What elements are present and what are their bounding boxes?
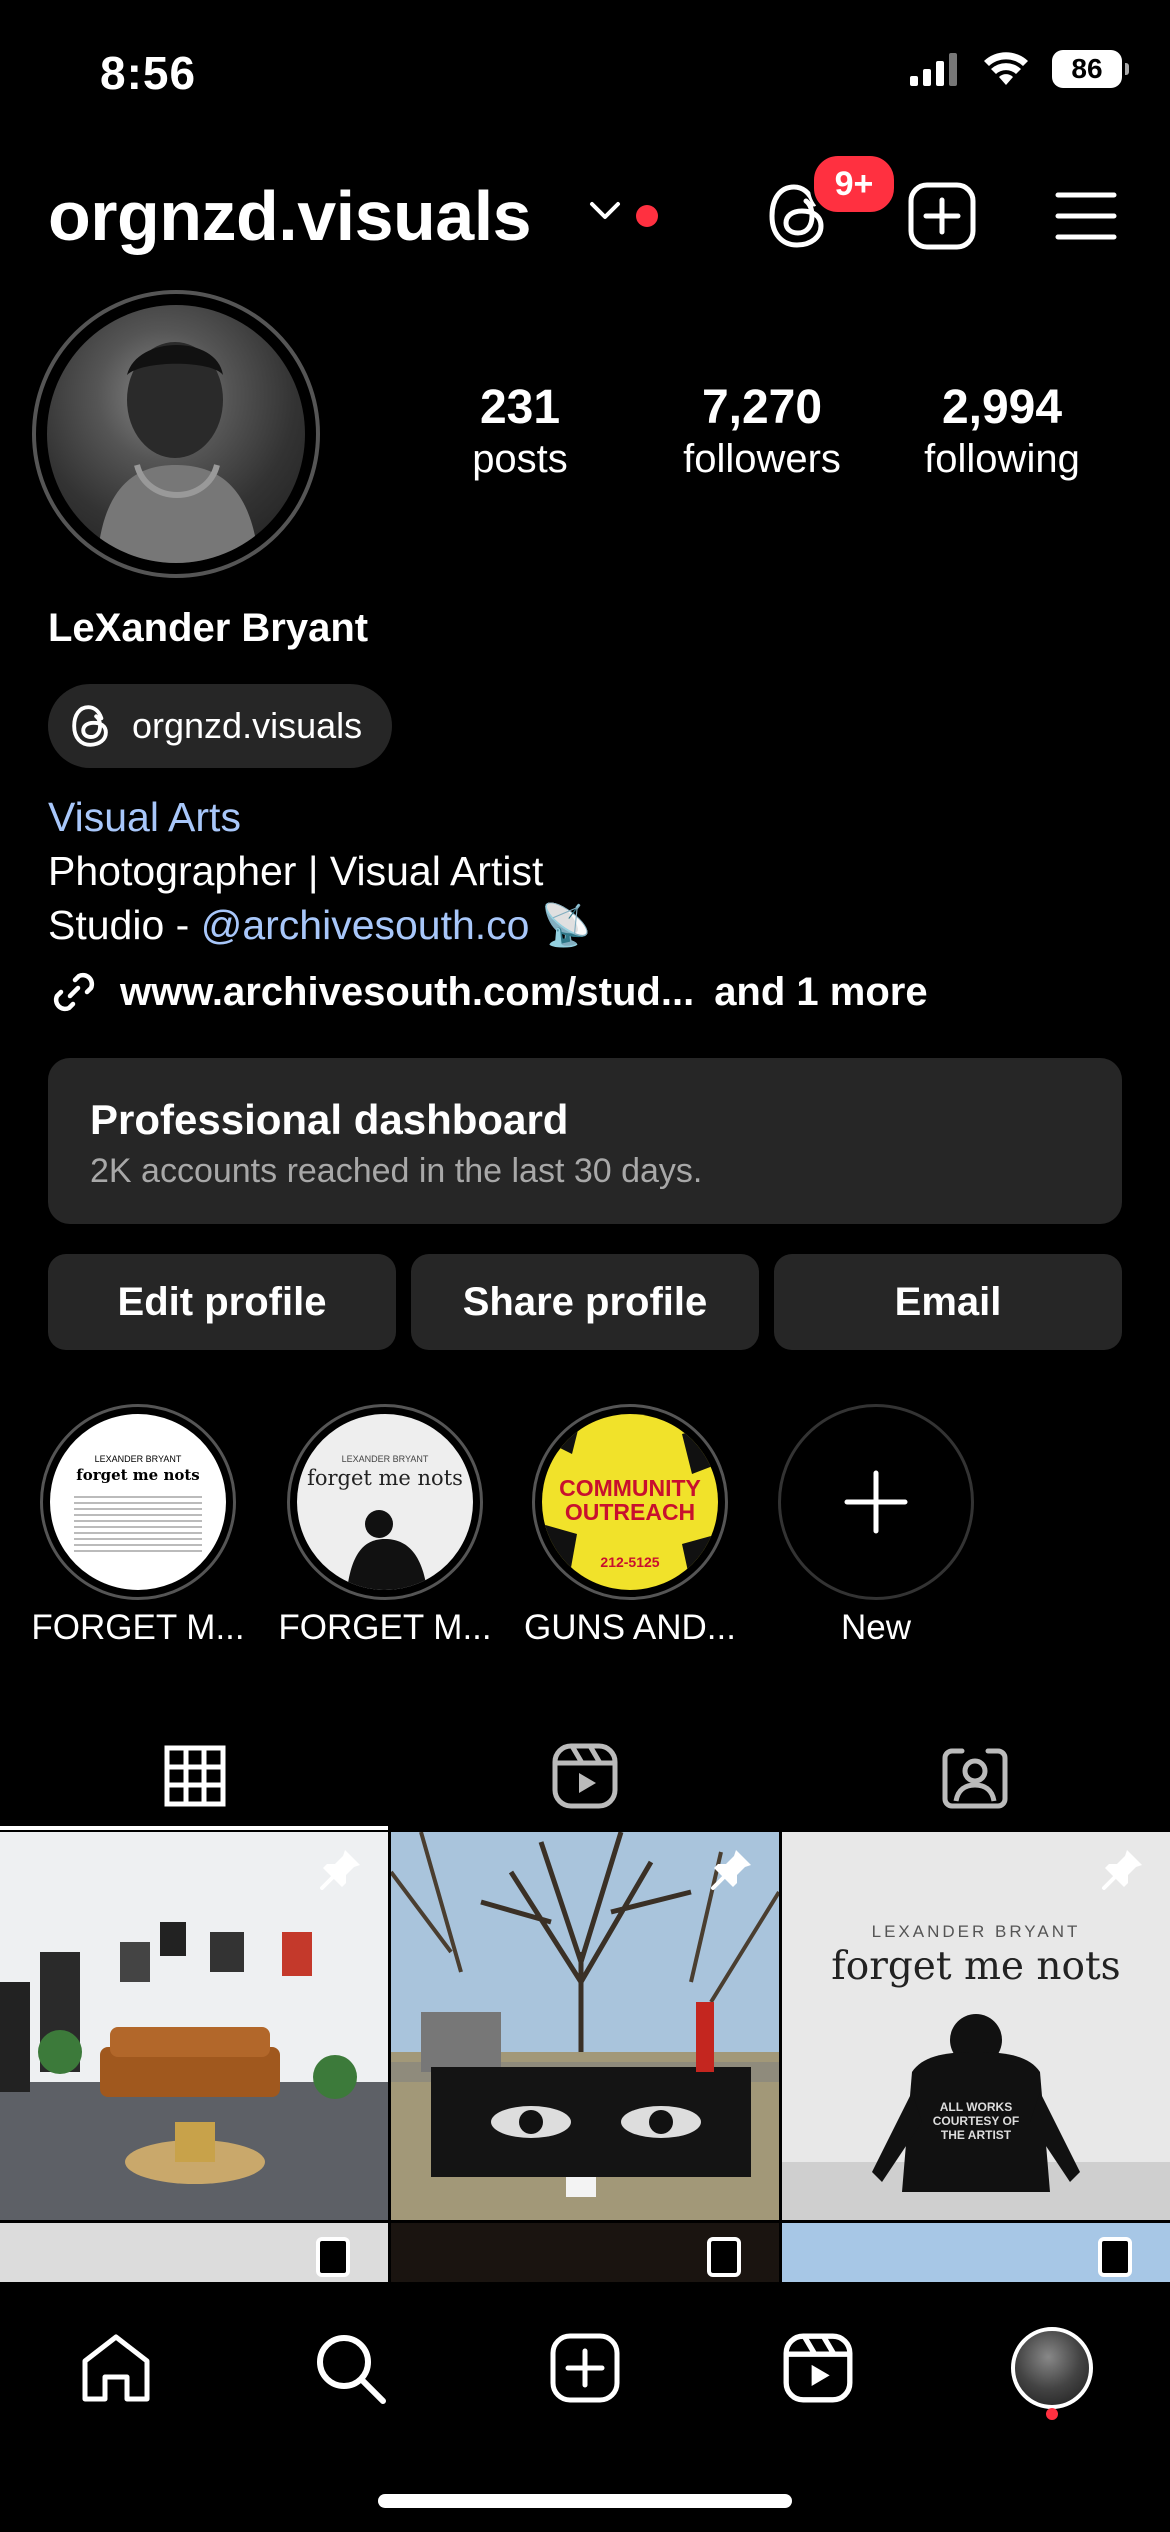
highlight-1-title: forget me nots <box>76 1466 200 1484</box>
create-post-button[interactable] <box>902 176 982 256</box>
post-2[interactable] <box>391 1832 779 2220</box>
status-icons: 86 <box>910 50 1129 88</box>
highlight-1-kicker: LEXANDER BRYANT <box>94 1454 182 1464</box>
nav-profile[interactable] <box>1002 2318 1102 2418</box>
active-tab-indicator <box>0 1826 388 1830</box>
highlight-2-label: FORGET M... <box>278 1608 492 1647</box>
stat-posts-count: 231 <box>479 381 561 434</box>
highlight-1[interactable]: LEXANDER BRYANT forget me nots <box>40 1404 236 1600</box>
bio-line-2: Studio - @archivesouth.co 📡 <box>48 898 592 952</box>
post-3-shirt-text: ALL WORKS COURTESY OF THE ARTIST <box>932 2100 1020 2142</box>
post-6[interactable] <box>782 2223 1170 2283</box>
profile-avatar-small <box>1011 2327 1093 2409</box>
plus-square-icon <box>908 182 976 250</box>
hamburger-menu-icon <box>1055 192 1117 240</box>
link-icon <box>53 972 95 1012</box>
edit-profile-button[interactable]: Edit profile <box>48 1254 396 1350</box>
highlight-2[interactable]: LEXANDER BRYANT forget me nots <box>287 1404 483 1600</box>
plus-square-icon <box>550 2333 620 2403</box>
stat-posts[interactable]: 231 posts <box>440 380 600 482</box>
threads-profile-link[interactable]: orgnzd.visuals <box>48 684 393 768</box>
dashboard-title: Professional dashboard <box>90 1096 569 1143</box>
bio-mention-link[interactable]: @archivesouth.co <box>201 902 530 948</box>
highlight-1-cover: LEXANDER BRYANT forget me nots <box>50 1414 226 1590</box>
highlight-1-label: FORGET M... <box>31 1608 245 1647</box>
stat-following[interactable]: 2,994 following <box>900 380 1104 482</box>
highlight-3-label: GUNS AND... <box>524 1608 736 1647</box>
email-button[interactable]: Email <box>774 1254 1122 1350</box>
stat-followers-count: 7,270 <box>701 381 823 434</box>
nav-home[interactable] <box>66 2318 166 2418</box>
tagged-user-icon <box>942 1748 1008 1809</box>
stat-followers[interactable]: 7,270 followers <box>662 380 862 482</box>
bio-line-1: Photographer | Visual Artist <box>48 848 544 894</box>
menu-button[interactable] <box>1046 176 1126 256</box>
profile-website[interactable]: www.archivesouth.com/stud... <box>120 970 694 1015</box>
post-5[interactable] <box>391 2223 779 2283</box>
pin-icon <box>320 1850 360 1890</box>
tab-reels[interactable] <box>390 1722 780 1830</box>
post-3[interactable]: LEXANDER BRYANT forget me nots ALL WORKS… <box>782 1832 1170 2220</box>
highlight-2-cover: LEXANDER BRYANT forget me nots <box>297 1414 473 1590</box>
tab-tagged[interactable] <box>780 1722 1170 1830</box>
profile-full-name: LeXander Bryant <box>48 606 369 650</box>
avatar-photo <box>47 305 305 563</box>
highlight-1-text-lines <box>74 1492 202 1552</box>
dashboard-subtitle: 2K accounts reached in the last 30 days. <box>90 1152 703 1190</box>
profile-bio: Visual Arts Photographer | Visual Artist… <box>48 790 592 952</box>
profile-links[interactable]: www.archivesouth.com/stud... and 1 more <box>48 966 928 1018</box>
highlight-3-cover: COMMUNITY OUTREACH 212-5125 <box>542 1414 718 1590</box>
highlight-3-title: COMMUNITY OUTREACH <box>559 1475 701 1525</box>
multi-post-icon <box>316 2237 350 2277</box>
bio-prefix: Studio - <box>48 902 201 948</box>
stat-posts-label: posts <box>472 437 568 481</box>
profile-activity-dot <box>1046 2408 1058 2420</box>
reels-icon <box>552 1743 618 1809</box>
highlight-3-kicker: 212-5125 <box>600 1554 660 1570</box>
more-links[interactable]: and 1 more <box>714 970 927 1015</box>
home-icon <box>82 2334 150 2402</box>
home-indicator <box>378 2494 792 2508</box>
highlight-2-figure <box>347 1510 427 1590</box>
stat-followers-label: followers <box>683 437 841 481</box>
post-4[interactable] <box>0 2223 388 2283</box>
tab-posts-grid[interactable] <box>0 1722 390 1830</box>
multi-post-icon <box>707 2237 741 2277</box>
plus-icon <box>844 1470 908 1534</box>
chevron-down-icon[interactable] <box>588 200 622 224</box>
new-highlight-label: New <box>840 1608 912 1647</box>
status-time: 8:56 <box>100 47 197 99</box>
nav-search[interactable] <box>300 2318 400 2418</box>
professional-dashboard[interactable]: Professional dashboard 2K accounts reach… <box>48 1058 1122 1224</box>
share-profile-button[interactable]: Share profile <box>411 1254 759 1350</box>
battery-indicator: 86 <box>1052 50 1129 88</box>
highlight-3[interactable]: COMMUNITY OUTREACH 212-5125 <box>532 1404 728 1600</box>
account-username[interactable]: orgnzd.visuals <box>48 176 532 256</box>
satellite-emoji: 📡 <box>540 902 592 948</box>
stat-following-count: 2,994 <box>941 381 1063 434</box>
cellular-signal-icon <box>910 53 957 86</box>
pin-icon <box>1102 1850 1142 1890</box>
new-highlight-button[interactable] <box>778 1404 974 1600</box>
threads-handle: orgnzd.visuals <box>132 705 363 746</box>
stat-following-label: following <box>924 437 1080 481</box>
pin-icon <box>711 1850 751 1890</box>
multi-post-icon <box>1098 2237 1132 2277</box>
threads-notification-badge: 9+ <box>810 152 898 216</box>
search-icon <box>317 2335 386 2404</box>
post-1[interactable] <box>0 1832 388 2220</box>
wifi-icon <box>984 52 1028 85</box>
profile-category[interactable]: Visual Arts <box>48 790 592 844</box>
grid-icon <box>164 1745 226 1807</box>
profile-avatar[interactable] <box>32 290 320 578</box>
account-notification-dot <box>636 205 658 227</box>
reels-icon <box>783 2333 853 2403</box>
nav-reels[interactable] <box>768 2318 868 2418</box>
threads-icon <box>72 705 108 747</box>
nav-create[interactable] <box>535 2318 635 2418</box>
